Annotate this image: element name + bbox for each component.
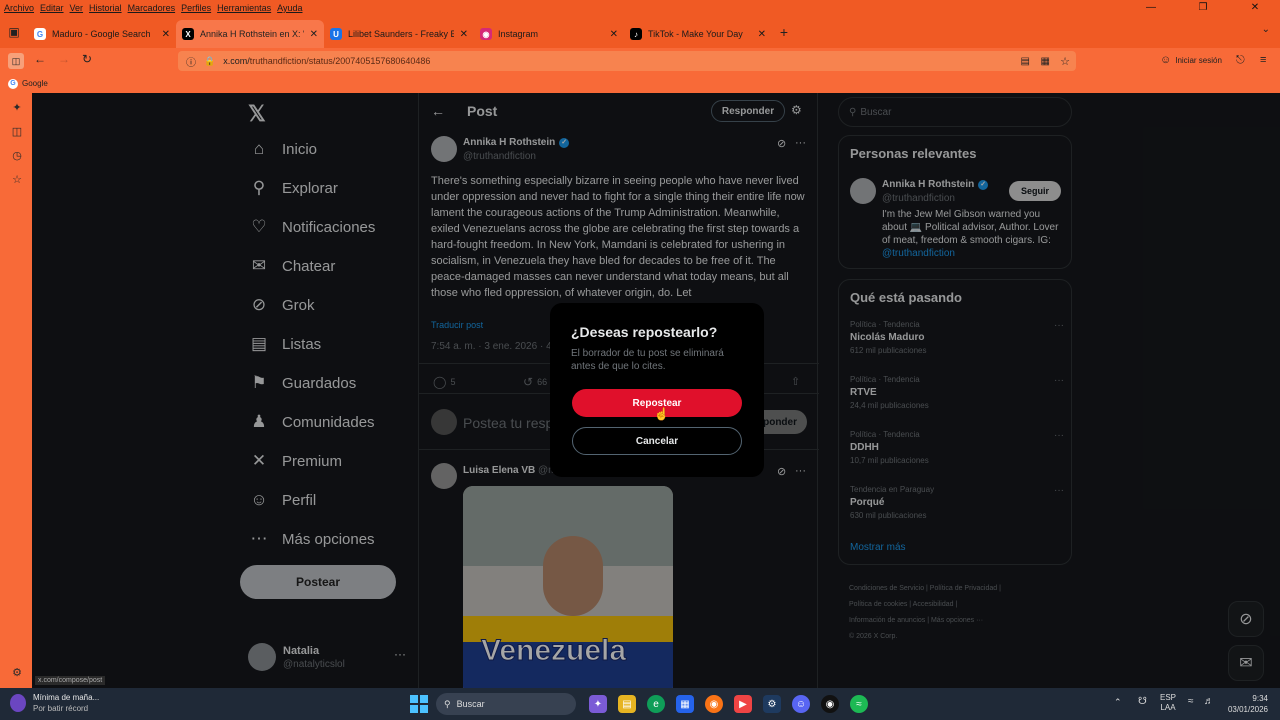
dialog-title: ¿Deseas repostearlo?: [571, 324, 718, 340]
obs-icon[interactable]: ◉: [821, 695, 839, 713]
firefox-icon[interactable]: ◉: [705, 695, 723, 713]
language-code: ESP: [1160, 693, 1177, 702]
translate-icon[interactable]: ▦: [1041, 56, 1050, 67]
tiktok-icon: ♪: [630, 28, 642, 40]
url-path: truthandfiction/status/20074051576806404…: [249, 56, 431, 66]
site-info-icon[interactable]: ⓘ: [186, 54, 196, 69]
menu-marcadores[interactable]: Marcadores: [128, 3, 176, 13]
tab-google[interactable]: G Maduro - Google Search ✕: [28, 20, 176, 48]
login-label: Iniciar sesión: [1175, 55, 1222, 65]
steam-icon[interactable]: ⚙: [763, 695, 781, 713]
copilot-icon[interactable]: ✦: [589, 695, 607, 713]
taskbar: Mínima de maña... Por batir récord ⚲ Busc…: [0, 688, 1280, 720]
close-tab-icon[interactable]: ✕: [610, 29, 618, 40]
account-icon: ☺: [1160, 54, 1172, 66]
tab-instagram[interactable]: ◉ Instagram ✕: [474, 20, 624, 48]
cursor-icon: ☝: [654, 407, 669, 421]
url-host: x.com/: [223, 56, 250, 66]
tab-label: Lilibet Saunders - Freaky Baddie: [348, 29, 454, 39]
tab-tiktok[interactable]: ♪ TikTok - Make Your Day ✕: [624, 20, 772, 48]
back-icon[interactable]: ←: [34, 52, 46, 66]
time: 9:34: [1252, 694, 1268, 703]
instagram-icon: ◉: [480, 28, 492, 40]
menu-historial[interactable]: Historial: [89, 3, 122, 13]
close-tab-icon[interactable]: ✕: [758, 29, 766, 40]
windows-start-icon[interactable]: [410, 695, 428, 713]
edge-icon[interactable]: e: [647, 695, 665, 713]
sidebar-toggle-icon[interactable]: ◫: [8, 53, 24, 69]
layout-code: LAA: [1160, 703, 1176, 712]
weather-sub: Por batir récord: [33, 704, 89, 713]
menu-herramientas[interactable]: Herramientas: [217, 3, 271, 13]
settings-icon[interactable]: ⚙: [10, 666, 24, 680]
search-icon: ⚲: [444, 698, 451, 709]
reload-icon[interactable]: ↻: [82, 52, 92, 66]
menu-editar[interactable]: Editar: [40, 3, 64, 13]
tab-label: Maduro - Google Search: [52, 29, 151, 39]
google-icon: G: [34, 28, 46, 40]
menu-ver[interactable]: Ver: [70, 3, 84, 13]
bookmarks-bar: G Google: [0, 74, 1280, 93]
maximize-icon[interactable]: ❐: [1180, 0, 1226, 16]
reader-view-icon[interactable]: ▤: [1021, 56, 1030, 67]
close-window-icon[interactable]: ✕: [1232, 0, 1278, 16]
close-tab-icon[interactable]: ✕: [162, 29, 170, 40]
cancel-button[interactable]: Cancelar: [572, 427, 742, 455]
weather-icon[interactable]: [10, 694, 26, 712]
language-indicator[interactable]: ESP LAA: [1160, 693, 1176, 713]
microphone-icon[interactable]: ☋: [1138, 696, 1147, 707]
menu-archivo[interactable]: Archivo: [4, 3, 34, 13]
minimize-icon[interactable]: —: [1128, 0, 1174, 16]
taskbar-search[interactable]: ⚲ Buscar: [436, 693, 576, 715]
tab-label: TikTok - Make Your Day: [648, 29, 743, 39]
dialog-body: El borrador de tu post se eliminará ante…: [571, 348, 724, 372]
discord-icon[interactable]: ☺: [792, 695, 810, 713]
folder-icon[interactable]: ▤: [618, 695, 636, 713]
forward-icon[interactable]: →: [58, 52, 70, 66]
wifi-icon[interactable]: ≈: [1188, 696, 1194, 707]
clock[interactable]: 9:34 03/01/2026: [1220, 693, 1268, 715]
menu-perfiles[interactable]: Perfiles: [181, 3, 211, 13]
menu-bar: Archivo Editar Ver Historial Marcadores …: [0, 0, 1280, 16]
star-icon[interactable]: ☆: [1060, 55, 1070, 68]
volume-icon[interactable]: ♬: [1204, 696, 1214, 707]
tab-label: Annika H Rothstein en X: "There: [200, 29, 304, 39]
weather-title[interactable]: Mínima de maña...: [33, 693, 99, 702]
tab-list-icon[interactable]: ▣: [0, 25, 28, 39]
new-tab-icon[interactable]: +: [772, 24, 796, 40]
menu-ayuda[interactable]: Ayuda: [277, 3, 302, 13]
browser-sidebar: ✦ ◫ ◷ ☆ ⚙: [0, 93, 32, 688]
history-icon[interactable]: ◷: [10, 149, 24, 163]
chevron-up-icon[interactable]: ⌃: [1114, 697, 1122, 708]
repost-dialog: ¿Deseas repostearlo? El borrador de tu p…: [550, 303, 764, 477]
url-bar[interactable]: ⓘ 🔒 x.com/truthandfiction/status/2007405…: [178, 51, 1076, 71]
extensions-icon[interactable]: ⎋: [1236, 54, 1245, 67]
lock-icon: 🔒: [204, 55, 216, 66]
menu-icon[interactable]: ≡: [1260, 54, 1266, 66]
tab-label: Instagram: [498, 29, 539, 39]
store-icon[interactable]: ▦: [676, 695, 694, 713]
pocket-icon[interactable]: ◫: [10, 125, 24, 139]
shield-icon: U: [330, 28, 342, 40]
taskbar-search-label: Buscar: [456, 699, 485, 709]
youtube-icon[interactable]: ▶: [734, 695, 752, 713]
tab-bar: ▣ G Maduro - Google Search ✕ X Annika H …: [0, 16, 1280, 48]
bookmark-google[interactable]: Google: [22, 79, 48, 88]
date: 03/01/2026: [1227, 705, 1268, 714]
ai-sparkle-icon[interactable]: ✦: [10, 101, 24, 115]
x-icon: X: [182, 28, 194, 40]
close-tab-icon[interactable]: ✕: [460, 29, 468, 40]
login-button[interactable]: ☺ Iniciar sesión: [1160, 54, 1222, 66]
spotify-icon[interactable]: ≈: [850, 695, 868, 713]
status-url: x.com/compose/post: [35, 676, 106, 685]
tab-x-post[interactable]: X Annika H Rothstein en X: "There ✕: [176, 20, 324, 48]
chevron-down-icon[interactable]: ⌄: [1262, 24, 1270, 35]
close-tab-icon[interactable]: ✕: [310, 29, 318, 40]
bookmarks-icon[interactable]: ☆: [10, 173, 24, 187]
x-app: 𝕏 ⌂ Inicio ⚲ Explorar ♡ Notificaciones ✉ Cha…: [32, 93, 1280, 688]
tab-lilibet[interactable]: U Lilibet Saunders - Freaky Baddie ✕: [324, 20, 474, 48]
google-icon: G: [8, 78, 18, 89]
